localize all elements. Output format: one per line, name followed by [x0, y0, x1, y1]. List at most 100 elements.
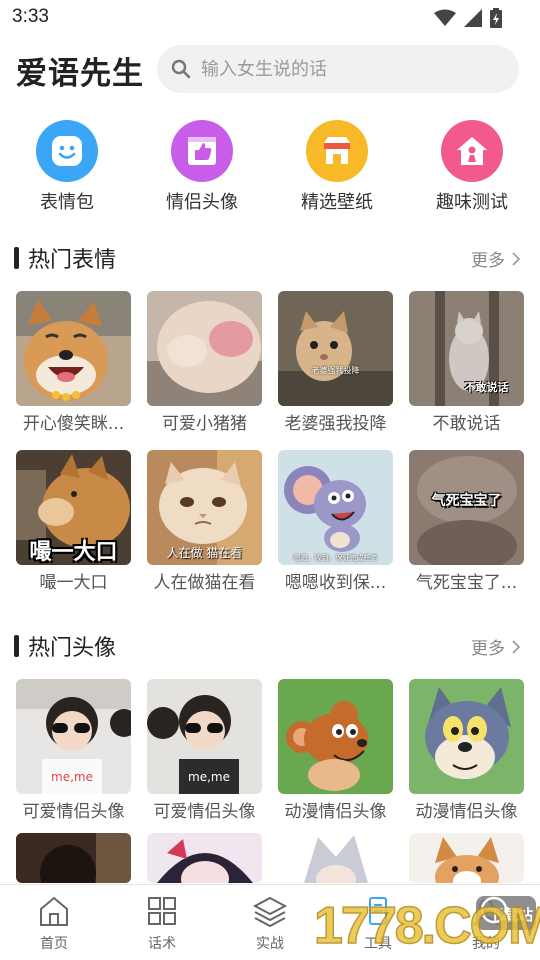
- section-title: 热门表情: [28, 248, 117, 273]
- chevron-right-icon: [512, 251, 520, 266]
- more-stickers-link[interactable]: 更多: [471, 246, 520, 271]
- category-label: 表情包: [40, 192, 94, 213]
- house-person-icon: [441, 120, 503, 182]
- sticker-image: [16, 291, 131, 406]
- avatar-tile[interactable]: 动漫情侣头像: [278, 679, 393, 822]
- nav-practice[interactable]: 实战: [230, 895, 310, 953]
- category-label: 精选壁纸: [301, 192, 373, 213]
- avatar-image: me,me: [147, 679, 262, 794]
- sticker-overlay-text: 嗯嗯，收到，保证完成任务: [293, 554, 378, 562]
- sticker-overlay-text: 不敢说话: [464, 381, 509, 394]
- avatar-tile[interactable]: me,me 可爱情侣头像: [16, 679, 131, 822]
- header: 爱语先生: [0, 44, 540, 94]
- sticker-tile[interactable]: 嗯嗯，收到，保证完成任务 嗯嗯收到保...: [278, 450, 393, 593]
- avatar-tile[interactable]: 动漫情侣头像: [409, 679, 524, 822]
- sticker-overlay-text: 气死宝宝了: [431, 493, 502, 509]
- category-fun-tests[interactable]: 趣味测试: [407, 120, 537, 214]
- avatar-image: [147, 833, 262, 883]
- smiley-icon: [36, 120, 98, 182]
- signal-icon: [464, 9, 482, 27]
- svg-text:me,me: me,me: [51, 770, 93, 784]
- sticker-caption: 不敢说话: [432, 414, 501, 434]
- avatar-tile[interactable]: me,me 可爱情侣头像: [147, 679, 262, 822]
- status-icons: [434, 8, 502, 28]
- search-bar[interactable]: [157, 45, 519, 93]
- avatar-image: [278, 833, 393, 883]
- shop-icon: [306, 120, 368, 182]
- avatar-caption: 可爱情侣头像: [153, 802, 256, 822]
- category-shortcuts: 表情包 情侣头像 精选壁纸 趣味测试: [0, 120, 540, 220]
- nav-profile[interactable]: 我的: [446, 895, 526, 953]
- nav-label: 话术: [148, 936, 176, 952]
- section-hot-stickers: 热门表情 更多: [0, 238, 540, 278]
- category-stickers[interactable]: 表情包: [2, 120, 132, 214]
- sticker-tile[interactable]: 嘬一大口 嘬一大口: [16, 450, 131, 593]
- nav-label: 我的: [472, 936, 500, 952]
- sticker-image: 气死宝宝了: [409, 450, 524, 565]
- status-time: 3:33: [12, 6, 49, 27]
- avatar-image: [16, 833, 131, 883]
- avatar-caption: 动漫情侣头像: [284, 802, 387, 822]
- sticker-caption: 老婆强我投降: [284, 414, 387, 434]
- wifi-icon: [434, 9, 456, 26]
- grid-icon: [148, 897, 176, 925]
- sticker-caption: 嘬一大口: [39, 573, 108, 593]
- avatar-image: me,me: [16, 679, 131, 794]
- avatar-caption: 可爱情侣头像: [22, 802, 125, 822]
- avatar-tile[interactable]: [147, 833, 262, 883]
- section-marker: [14, 635, 19, 657]
- sticker-overlay-text: 人在做 猫在看: [166, 546, 243, 560]
- nav-label: 工具: [364, 936, 392, 952]
- sticker-overlay-text: 老婆强我投降: [311, 366, 360, 375]
- category-couple-avatars[interactable]: 情侣头像: [137, 120, 267, 214]
- more-avatars-link[interactable]: 更多: [471, 634, 520, 659]
- nav-tools[interactable]: 工具: [338, 895, 418, 953]
- home-icon: [40, 896, 68, 926]
- avatar-tile[interactable]: [278, 833, 393, 883]
- nav-scripts[interactable]: 话术: [122, 895, 202, 953]
- category-label: 情侣头像: [166, 192, 238, 213]
- sticker-image: 嗯嗯，收到，保证完成任务: [278, 450, 393, 565]
- avatar-tile[interactable]: [409, 833, 524, 883]
- sticker-image: 老婆强我投降: [278, 291, 393, 406]
- sticker-tile[interactable]: 人在做 猫在看 人在做猫在看: [147, 450, 262, 593]
- sticker-tile[interactable]: 开心傻笑眯...: [16, 291, 131, 434]
- search-input[interactable]: [201, 58, 481, 80]
- more-label: 更多: [471, 251, 505, 271]
- avatar-caption: 动漫情侣头像: [415, 802, 518, 822]
- sticker-image: 嘬一大口: [16, 450, 131, 565]
- sticker-caption: 开心傻笑眯...: [22, 414, 125, 434]
- profile-icon: [473, 899, 499, 926]
- avatar-image: [278, 679, 393, 794]
- bottom-nav: 首页 话术 实战 工具 我的: [0, 884, 540, 960]
- nav-label: 实战: [256, 936, 284, 952]
- avatar-image: [409, 679, 524, 794]
- more-label: 更多: [471, 639, 505, 659]
- avatar-tile[interactable]: [16, 833, 131, 883]
- sticker-tile[interactable]: 可爱小猪猪: [147, 291, 262, 434]
- sticker-caption: 人在做猫在看: [153, 573, 256, 593]
- section-hot-avatars: 热门头像 更多: [0, 626, 540, 666]
- section-marker: [14, 247, 19, 269]
- sticker-image: 人在做 猫在看: [147, 450, 262, 565]
- avatar-image: [409, 833, 524, 883]
- nav-home[interactable]: 首页: [14, 895, 94, 953]
- layers-icon: [252, 896, 288, 928]
- app-title: 爱语先生: [16, 56, 144, 92]
- sticker-image: [147, 291, 262, 406]
- chevron-right-icon: [512, 639, 520, 654]
- category-wallpapers[interactable]: 精选壁纸: [272, 120, 402, 214]
- sticker-tile[interactable]: 气死宝宝了 气死宝宝了...: [409, 450, 524, 593]
- battery-icon: [490, 8, 502, 28]
- sticker-caption: 气死宝宝了...: [415, 573, 518, 593]
- sticker-overlay-text: 嘬一大口: [29, 540, 118, 565]
- status-bar: 3:33: [0, 0, 540, 36]
- section-title: 热门头像: [28, 636, 117, 661]
- sticker-caption: 嗯嗯收到保...: [284, 573, 387, 593]
- tool-icon: [369, 897, 387, 925]
- sticker-tile[interactable]: 不敢说话 不敢说话: [409, 291, 524, 434]
- sticker-tile[interactable]: 老婆强我投降 老婆强我投降: [278, 291, 393, 434]
- sticker-caption: 可爱小猪猪: [162, 414, 247, 434]
- sticker-image: 不敢说话: [409, 291, 524, 406]
- nav-label: 首页: [40, 936, 68, 952]
